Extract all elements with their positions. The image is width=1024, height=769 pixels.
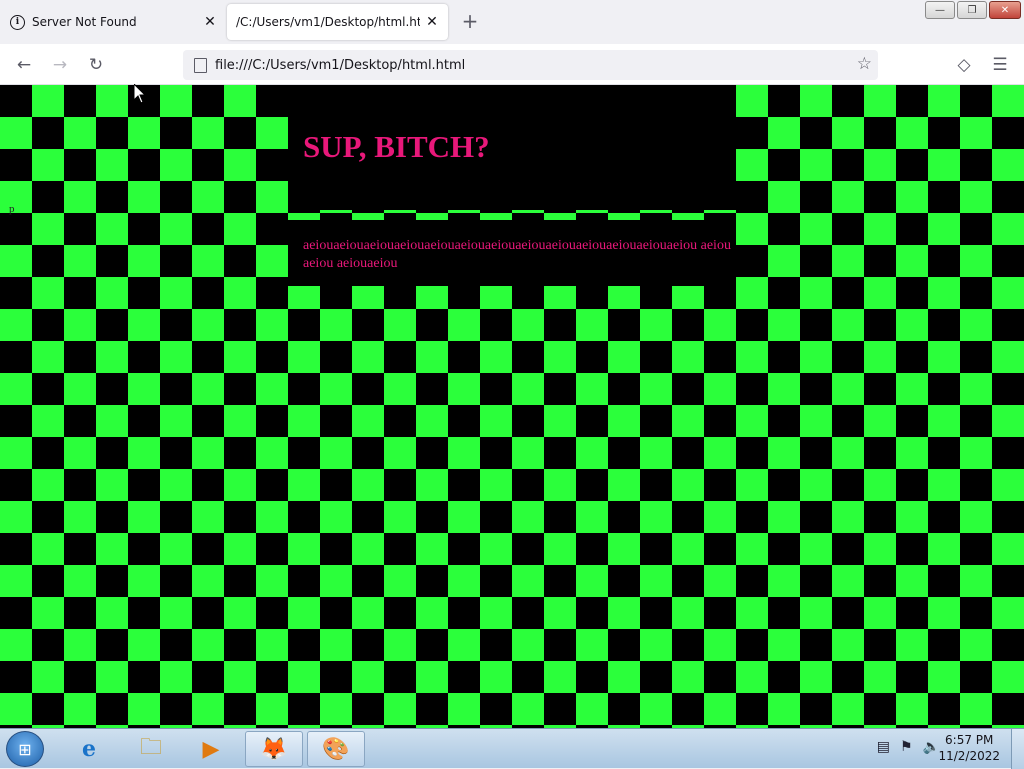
pocket-icon[interactable]: ◇	[951, 52, 977, 78]
tab-title: Server Not Found	[32, 15, 137, 29]
url-bar[interactable]: file:///C:/Users/vm1/Desktop/html.html ☆	[183, 50, 878, 80]
window-controls: — ❐ ✕	[925, 1, 1021, 19]
internet-explorer-icon[interactable]: e	[60, 731, 118, 767]
firefox-icon[interactable]: 🦊	[245, 731, 303, 767]
bookmark-star-icon[interactable]: ☆	[857, 54, 872, 74]
clock-time: 6:57 PM	[945, 733, 994, 747]
tab-server-not-found[interactable]: i Server Not Found ✕	[0, 4, 226, 40]
info-icon: i	[10, 14, 25, 30]
back-button[interactable]: ←	[11, 52, 37, 78]
page-content: SUP, BITCH? aeiouaeiouaeiouaeiouaeiouaei…	[0, 85, 1024, 728]
taskbar: ⊞ e 🗀 ▶ 🦊 🎨 ▤ ⚑ 🔈 6:57 PM 11/2/2022	[0, 728, 1024, 769]
maximize-button[interactable]: ❐	[957, 1, 987, 19]
clock-date: 11/2/2022	[938, 749, 1000, 763]
page-icon	[194, 57, 207, 73]
page-paragraph: aeiouaeiouaeiouaeiouaeiouaeiouaeiouaeiou…	[303, 238, 731, 271]
media-player-icon[interactable]: ▶	[182, 731, 240, 767]
tab-close-icon[interactable]: ✕	[198, 14, 222, 30]
page-heading: SUP, BITCH?	[303, 129, 490, 164]
tab-title: /C:/Users/vm1/Desktop/html.html	[236, 15, 420, 29]
url-text[interactable]: file:///C:/Users/vm1/Desktop/html.html	[215, 58, 465, 73]
tab-html-file[interactable]: /C:/Users/vm1/Desktop/html.html ✕	[227, 4, 448, 40]
minimize-button[interactable]: —	[925, 1, 955, 19]
clock[interactable]: 6:57 PM 11/2/2022	[938, 732, 1000, 764]
tab-close-icon[interactable]: ✕	[420, 14, 444, 30]
tab-strip: i Server Not Found ✕ /C:/Users/vm1/Deskt…	[0, 0, 1024, 44]
network-icon[interactable]: ▤	[877, 739, 890, 755]
reload-button[interactable]: ↻	[83, 52, 109, 78]
volume-icon[interactable]: 🔈	[923, 739, 940, 755]
new-tab-button[interactable]: +	[458, 10, 482, 34]
forward-button[interactable]: →	[47, 52, 73, 78]
system-tray: ▤ ⚑ 🔈	[877, 739, 940, 755]
menu-icon[interactable]: ☰	[987, 52, 1013, 78]
file-explorer-icon[interactable]: 🗀	[122, 731, 180, 767]
paint-icon[interactable]: 🎨	[307, 731, 365, 767]
close-window-button[interactable]: ✕	[989, 1, 1021, 19]
show-desktop-button[interactable]	[1011, 729, 1024, 769]
action-center-flag-icon[interactable]: ⚑	[900, 739, 913, 755]
stray-text: p	[9, 203, 15, 215]
start-button[interactable]: ⊞	[6, 731, 44, 767]
